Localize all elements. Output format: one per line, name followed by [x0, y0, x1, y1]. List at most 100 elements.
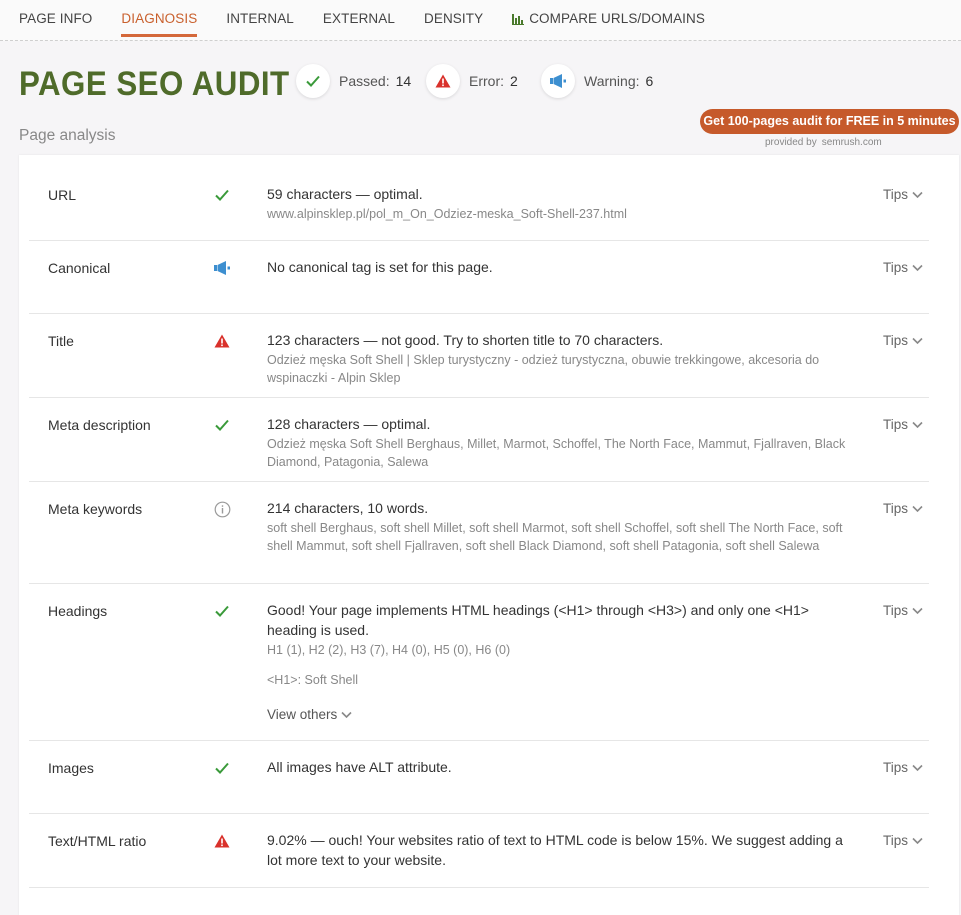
tips-toggle[interactable]: Tips [883, 603, 923, 618]
chevron-down-icon [912, 191, 923, 198]
tab-density[interactable]: DENSITY [424, 0, 483, 28]
row-main-text: 128 characters — optimal. [267, 416, 431, 432]
tab-page-info[interactable]: PAGE INFO [19, 0, 92, 28]
row-canonical: Canonical No canonical tag is set for th… [29, 240, 929, 314]
row-content: No canonical tag is set for this page. [267, 257, 857, 277]
tips-toggle[interactable]: Tips [883, 333, 923, 348]
audit-header: PAGE SEO AUDIT Passed: 14 Error: 2 Warni… [0, 41, 961, 148]
chevron-down-icon [912, 764, 923, 771]
row-headings: Headings Good! Your page implements HTML… [29, 583, 929, 741]
row-text-html-ratio: Text/HTML ratio 9.02% — ouch! Your websi… [29, 813, 929, 888]
row-label: Meta keywords [48, 501, 143, 517]
chevron-down-icon [912, 837, 923, 844]
row-meta-description: Meta description 128 characters — optima… [29, 397, 929, 482]
chevron-down-icon [912, 337, 923, 344]
bar-chart-icon [512, 12, 525, 25]
provided-by: provided by semrush.com [765, 137, 882, 148]
section-title: Page analysis [19, 127, 116, 144]
passed-stat: Passed: 14 [296, 64, 411, 98]
row-content: 123 characters — not good. Try to shorte… [267, 330, 857, 387]
megaphone-icon [212, 258, 232, 278]
tips-label: Tips [883, 417, 909, 432]
tips-toggle[interactable]: Tips [883, 187, 923, 202]
error-stat: Error: 2 [426, 64, 518, 98]
tips-label: Tips [883, 187, 909, 202]
row-main-text: No canonical tag is set for this page. [267, 259, 493, 275]
tips-toggle[interactable]: Tips [883, 260, 923, 275]
tab-compare-label: COMPARE URLS/DOMAINS [529, 10, 705, 26]
provided-by-label: provided by [765, 137, 817, 148]
tips-toggle[interactable]: Tips [883, 501, 923, 516]
warning-count: 6 [645, 73, 654, 89]
tips-label: Tips [883, 833, 909, 848]
row-sub-text: Odzież męska Soft Shell | Sklep turystyc… [267, 353, 820, 385]
provider-link[interactable]: semrush.com [822, 137, 882, 148]
row-content: 214 characters, 10 words. soft shell Ber… [267, 498, 857, 555]
tips-label: Tips [883, 260, 909, 275]
tab-compare[interactable]: COMPARE URLS/DOMAINS [512, 0, 705, 28]
check-icon [296, 64, 330, 98]
check-icon [212, 185, 232, 205]
tab-internal[interactable]: INTERNAL [226, 0, 294, 28]
row-label: Text/HTML ratio [48, 833, 147, 849]
tab-external[interactable]: EXTERNAL [323, 0, 395, 28]
tips-toggle[interactable]: Tips [883, 833, 923, 848]
row-label: URL [48, 187, 77, 203]
chevron-down-icon [912, 505, 923, 512]
error-icon [426, 64, 460, 98]
warning-label: Warning: [584, 73, 640, 89]
tab-diagnosis[interactable]: DIAGNOSIS [121, 0, 198, 37]
row-images: Images All images have ALT attribute. Ti… [29, 740, 929, 814]
row-content: Good! Your page implements HTML headings… [267, 600, 857, 725]
tips-toggle[interactable]: Tips [883, 760, 923, 775]
heading-counts: H1 (1), H2 (2), H3 (7), H4 (0), H5 (0), … [267, 643, 511, 657]
row-label: Canonical [48, 260, 111, 276]
check-icon [212, 601, 232, 621]
free-audit-button[interactable]: Get 100-pages audit for FREE in 5 minute… [700, 109, 959, 134]
page-title: PAGE SEO AUDIT [19, 65, 290, 103]
row-label: Title [48, 333, 74, 349]
row-main-text: Good! Your page implements HTML headings… [267, 602, 809, 638]
tips-label: Tips [883, 603, 909, 618]
row-content: 128 characters — optimal. Odzież męska S… [267, 414, 857, 471]
row-label: Images [48, 760, 94, 776]
tips-label: Tips [883, 501, 909, 516]
row-main-text: 214 characters, 10 words. [267, 500, 429, 516]
passed-label: Passed: [339, 73, 390, 89]
row-label: Headings [48, 603, 108, 619]
chevron-down-icon [912, 421, 923, 428]
row-sub-text: soft shell Berghaus, soft shell Millet, … [267, 521, 843, 553]
warning-stat: Warning: 6 [541, 64, 653, 98]
tips-label: Tips [883, 333, 909, 348]
error-icon [212, 831, 232, 851]
tips-toggle[interactable]: Tips [883, 417, 923, 432]
row-main-text: 123 characters — not good. Try to shorte… [267, 332, 664, 348]
info-icon [212, 499, 232, 519]
row-title: Title 123 characters — not good. Try to … [29, 313, 929, 398]
row-url: URL 59 characters — optimal. www.alpinsk… [29, 155, 929, 241]
row-main-text: 59 characters — optimal. [267, 186, 423, 202]
analysis-panel: URL 59 characters — optimal. www.alpinsk… [19, 155, 959, 915]
chevron-down-icon [912, 607, 923, 614]
top-nav: PAGE INFO DIAGNOSIS INTERNAL EXTERNAL DE… [0, 0, 961, 41]
view-others-link[interactable]: View others [267, 705, 352, 725]
chevron-down-icon [341, 711, 352, 719]
row-meta-keywords: Meta keywords 214 characters, 10 words. … [29, 481, 929, 584]
chevron-down-icon [912, 264, 923, 271]
view-others-label: View others [267, 707, 338, 722]
row-content: 9.02% — ouch! Your websites ratio of tex… [267, 830, 857, 870]
error-icon [212, 331, 232, 351]
row-sub-text: Odzież męska Soft Shell Berghaus, Millet… [267, 437, 846, 469]
row-content: 59 characters — optimal. www.alpinsklep.… [267, 184, 857, 223]
megaphone-icon [541, 64, 575, 98]
tips-label: Tips [883, 760, 909, 775]
row-label: Meta description [48, 417, 151, 433]
row-sub-text: www.alpinsklep.pl/pol_m_On_Odziez-meska_… [267, 207, 627, 221]
error-count: 2 [510, 73, 518, 89]
check-icon [212, 758, 232, 778]
error-label: Error: [469, 73, 504, 89]
h1-value: <H1>: Soft Shell [267, 673, 359, 687]
passed-count: 14 [395, 73, 412, 89]
check-icon [212, 415, 232, 435]
row-content: All images have ALT attribute. [267, 757, 857, 777]
